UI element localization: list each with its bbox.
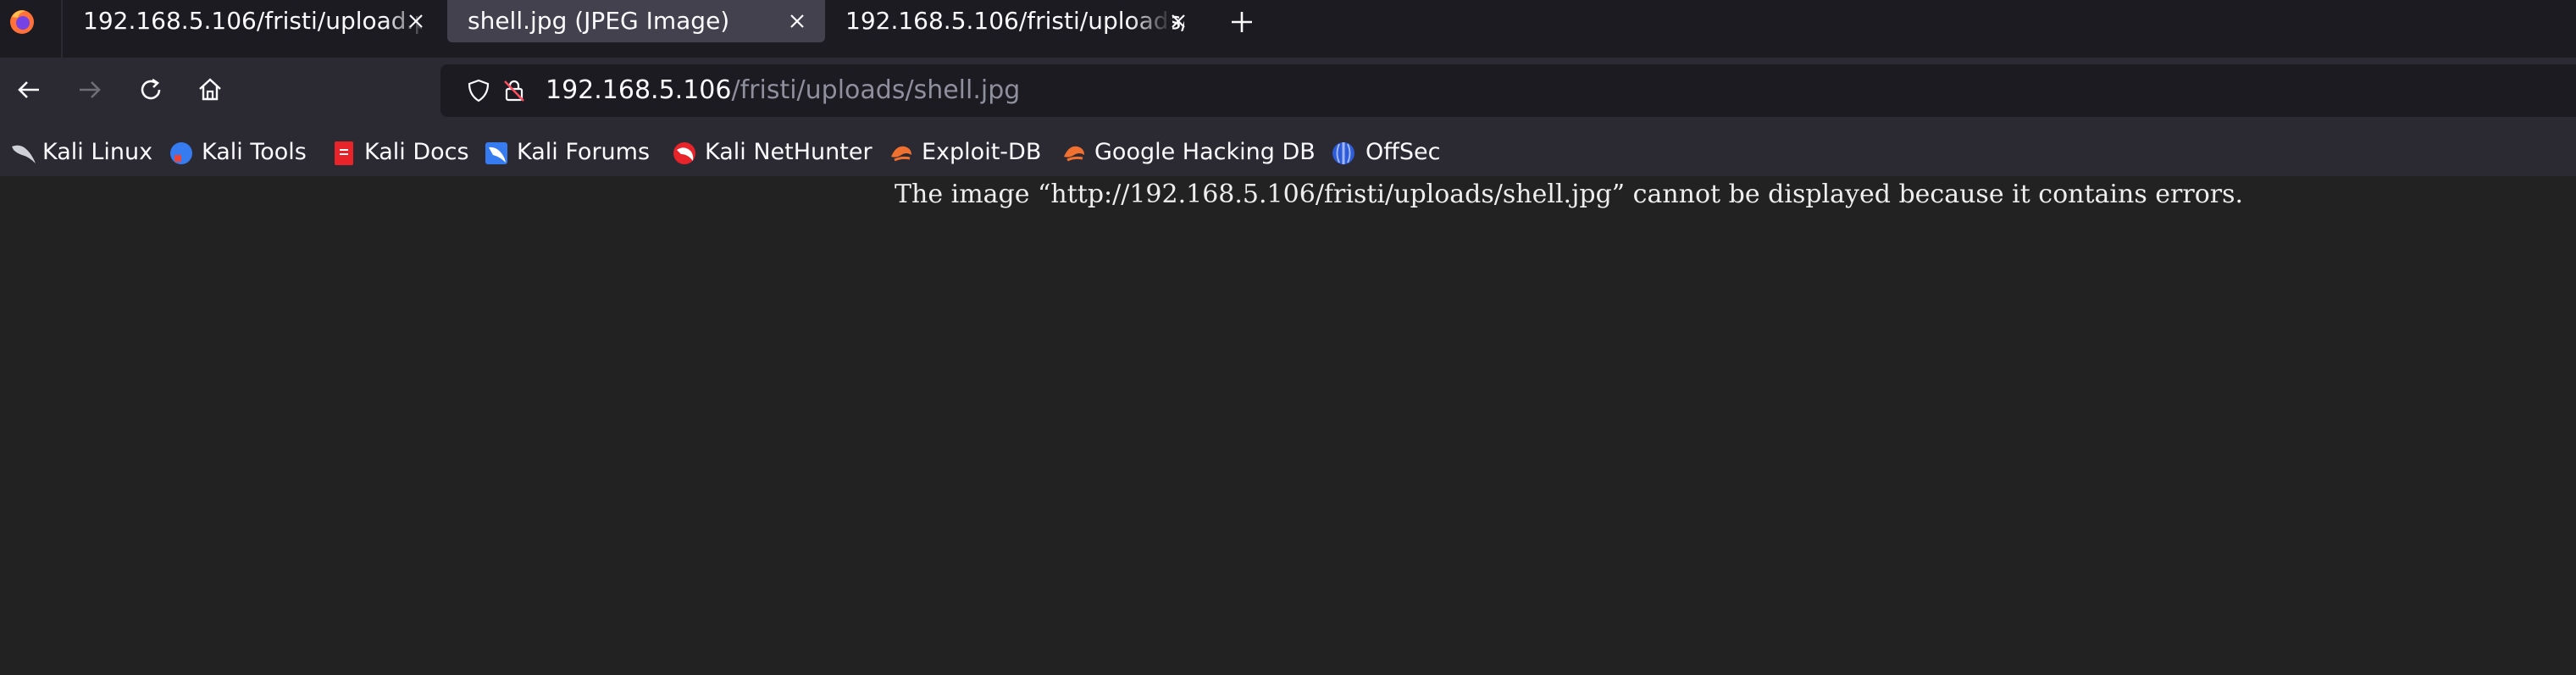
tab-bar: 192.168.5.106/fristi/upload.php shell.jp…: [0, 0, 2576, 58]
firefox-logo-icon[interactable]: [5, 5, 39, 39]
nethunter-icon: [673, 142, 695, 164]
bookmark-label: Google Hacking DB: [1094, 139, 1316, 165]
bookmark-label: Exploit-DB: [922, 139, 1042, 165]
insecure-lock-icon[interactable]: [501, 78, 527, 103]
kali-docs-icon: [335, 141, 353, 165]
page-content: The image “http://192.168.5.106/fristi/u…: [0, 176, 2576, 675]
bookmark-exploit-db[interactable]: Exploit-DB: [888, 129, 1050, 176]
bookmark-kali-forums[interactable]: Kali Forums: [483, 129, 661, 176]
bookmark-kali-tools[interactable]: Kali Tools: [168, 129, 320, 176]
image-error-message: The image “http://192.168.5.106/fristi/u…: [895, 180, 2244, 209]
tracking-shield-icon[interactable]: [466, 78, 491, 103]
url-path: /fristi/uploads/shell.jpg: [731, 75, 1021, 105]
forward-arrow-icon[interactable]: [75, 75, 105, 105]
close-tab-icon[interactable]: [786, 10, 808, 32]
url-bar[interactable]: 192.168.5.106/fristi/uploads/shell.jpg: [440, 64, 2576, 117]
home-icon[interactable]: [195, 75, 225, 105]
bookmark-label: Kali Forums: [517, 139, 651, 165]
back-arrow-icon[interactable]: [14, 75, 44, 105]
bookmark-kali-linux[interactable]: Kali Linux: [10, 129, 156, 176]
navigation-toolbar: 192.168.5.106/fristi/uploads/shell.jpg: [0, 58, 2576, 129]
ghdb-icon: [1064, 146, 1084, 162]
bookmark-label: Kali Docs: [364, 139, 469, 165]
kali-forums-icon: [485, 142, 507, 164]
bookmark-google-hacking-db[interactable]: Google Hacking DB: [1061, 129, 1316, 176]
tab-label: shell.jpg (JPEG Image): [468, 7, 730, 35]
bookmark-kali-docs[interactable]: Kali Docs: [330, 129, 474, 176]
bookmarks-toolbar: Kali Linux Kali Tools Kali Docs Kali For…: [0, 129, 2576, 176]
bookmark-kali-nethunter[interactable]: Kali NetHunter: [671, 129, 878, 176]
bookmark-label: Kali NetHunter: [705, 139, 873, 165]
kali-tools-icon: [170, 142, 192, 164]
new-tab-plus-icon[interactable]: [1227, 7, 1257, 37]
url-text[interactable]: 192.168.5.106/fristi/uploads/shell.jpg: [546, 64, 1020, 117]
tab-fade: [1130, 0, 1172, 42]
tab-upload-php[interactable]: 192.168.5.106/fristi/upload.php: [63, 0, 439, 42]
bookmark-label: Kali Tools: [202, 139, 307, 165]
reload-icon[interactable]: [136, 75, 166, 105]
close-tab-icon[interactable]: [1167, 10, 1189, 32]
bookmark-offsec[interactable]: OffSec: [1330, 129, 1449, 176]
bookmark-label: OffSec: [1366, 139, 1441, 165]
offsec-icon: [1332, 142, 1354, 164]
exploit-db-icon: [891, 146, 911, 162]
url-host: 192.168.5.106: [546, 75, 732, 105]
close-tab-icon[interactable]: [405, 10, 427, 32]
bookmark-label: Kali Linux: [42, 139, 153, 165]
tab-uploads-shell-jpg[interactable]: 192.168.5.106/fristi/uploads/shell.jpg: [825, 0, 1198, 42]
kali-dragon-icon: [12, 145, 36, 163]
tab-label: 192.168.5.106/fristi/upload.php: [83, 7, 422, 35]
tab-shell-jpg[interactable]: shell.jpg (JPEG Image): [447, 0, 825, 42]
